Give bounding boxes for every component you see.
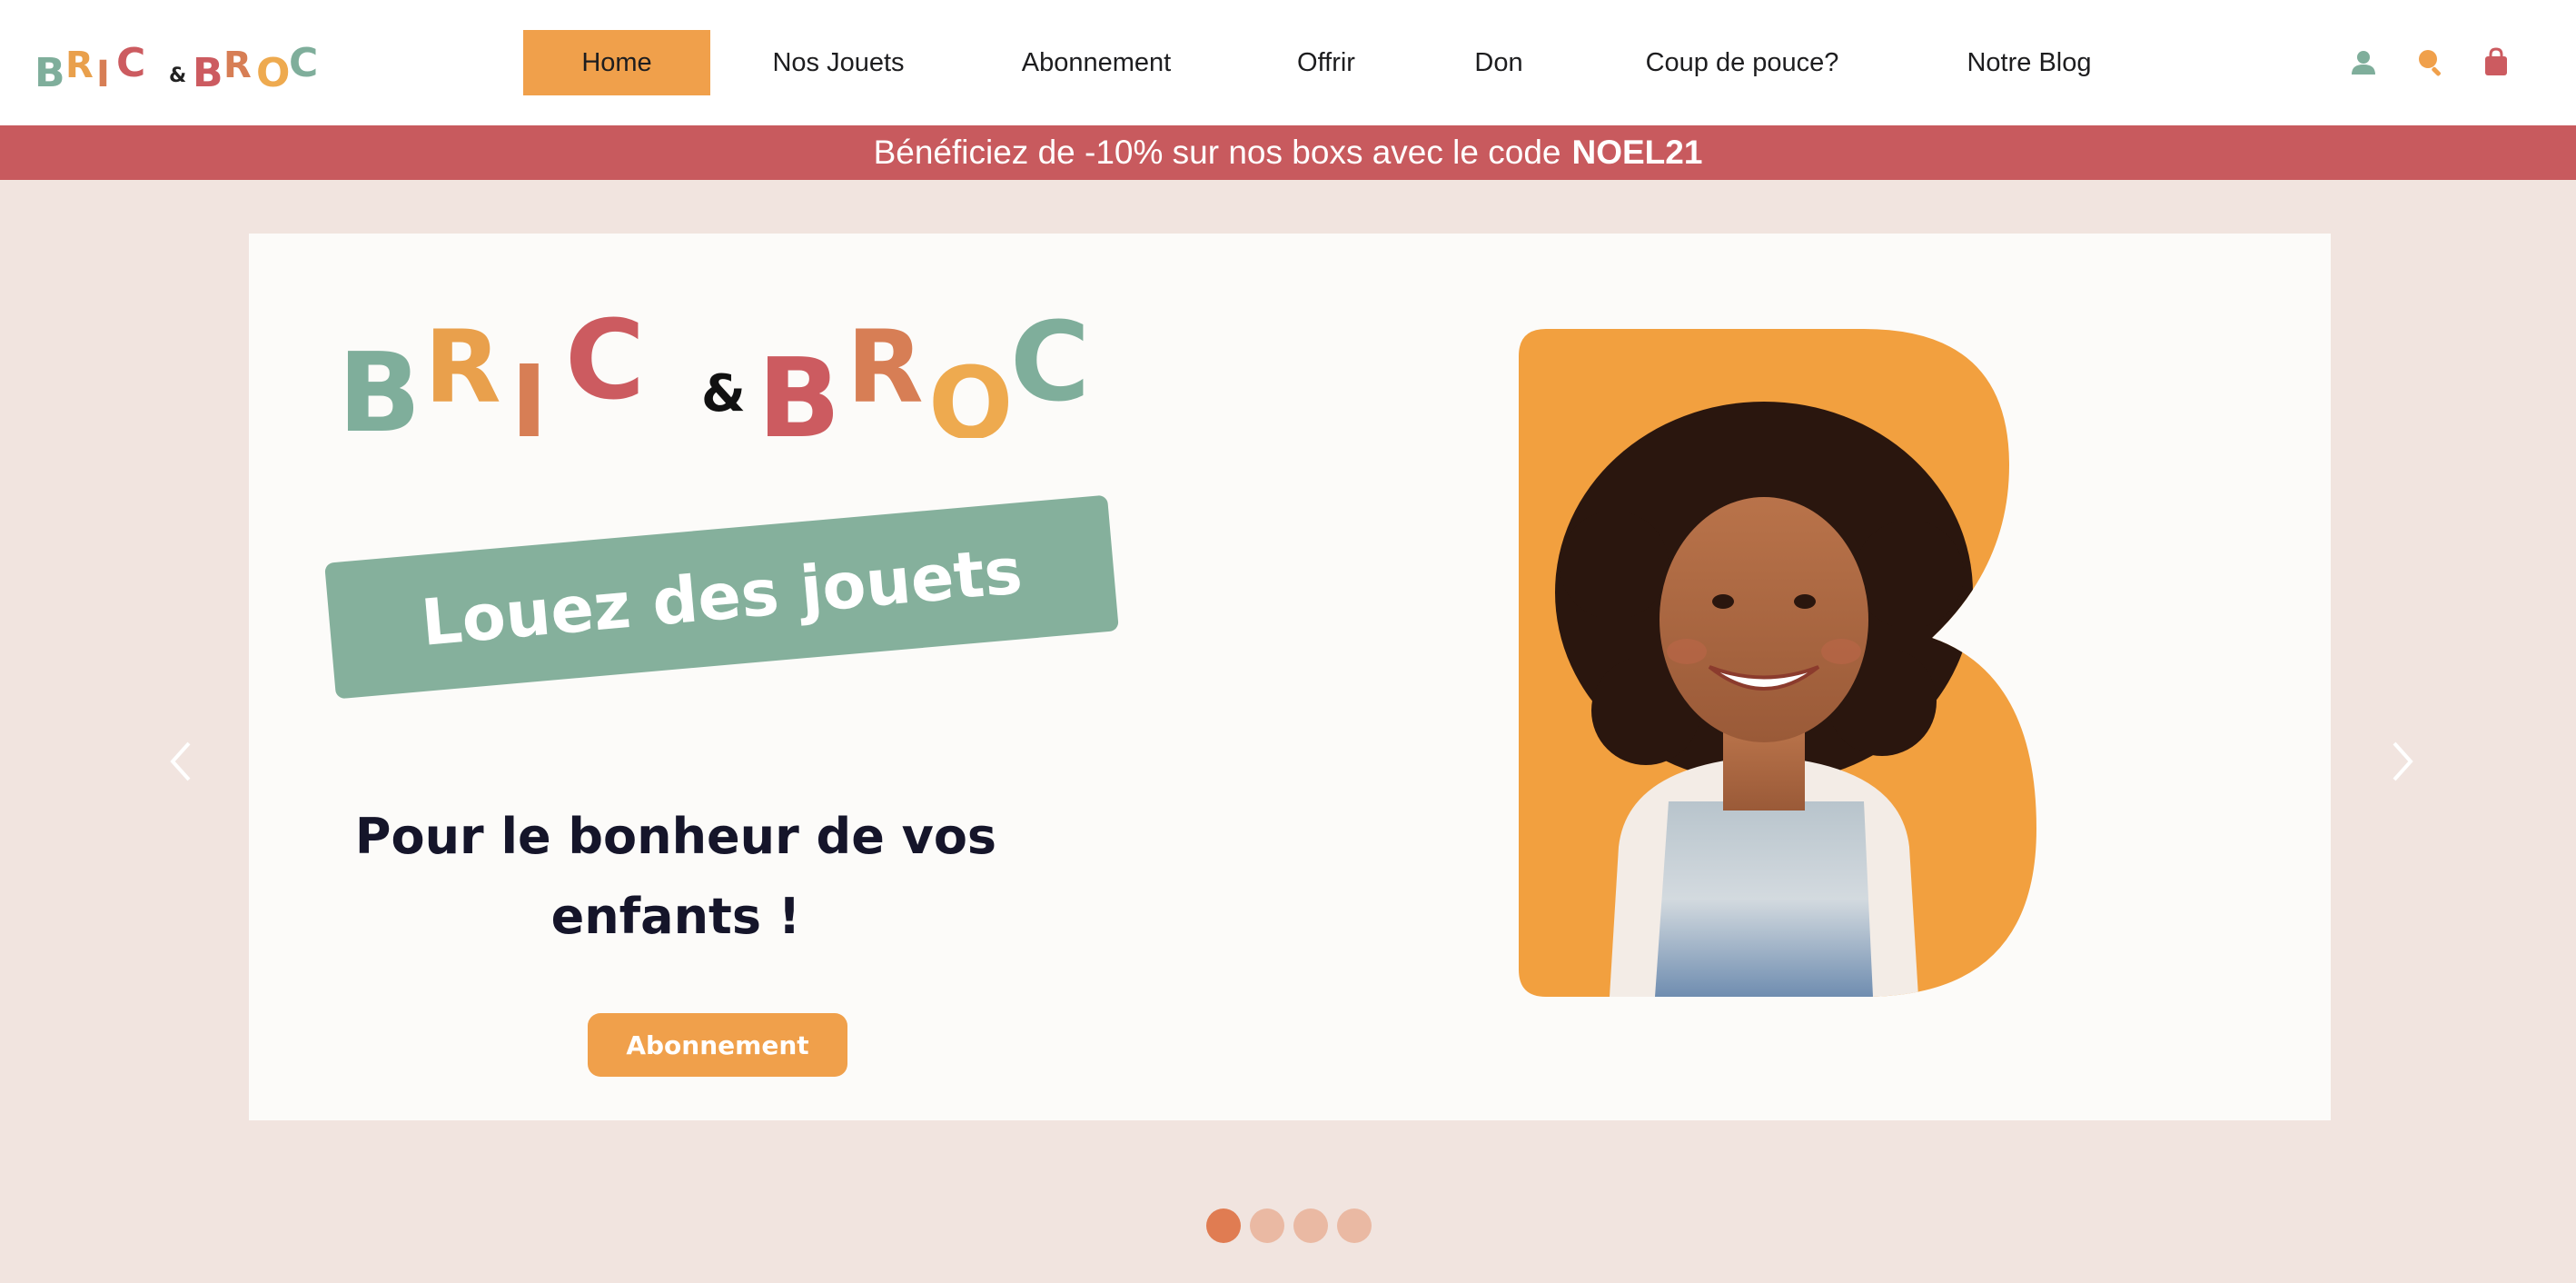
nav-coup-de-pouce[interactable]: Coup de pouce? (1571, 30, 1913, 95)
brand-logo-mark: B R I C & B R O C (35, 40, 318, 91)
hero-headline: Pour le bonheur de vos enfants ! (303, 797, 1048, 957)
carousel-prev-icon[interactable] (163, 734, 200, 789)
nav-nos-jouets[interactable]: Nos Jouets (710, 30, 966, 95)
carousel-dot-2[interactable] (1250, 1208, 1284, 1243)
child-photo-b-frame (1519, 329, 2036, 997)
main-nav: Home Nos Jouets Abonnement Offrir Don Co… (523, 30, 2145, 95)
carousel-dots (1206, 1208, 1372, 1243)
headline-line-1: Pour le bonheur de vos (354, 808, 997, 865)
carousel-dot-1[interactable] (1206, 1208, 1241, 1243)
promo-code: NOEL21 (1571, 134, 1703, 171)
hero-logo-letter-r1: R (424, 311, 501, 425)
subscribe-button[interactable]: Abonnement (588, 1013, 847, 1077)
site-header: B R I C & B R O C Home Nos Jouets Abonne… (0, 0, 2576, 125)
search-icon[interactable] (2416, 47, 2445, 76)
nav-notre-blog[interactable]: Notre Blog (1913, 30, 2145, 95)
logo-ampersand: & (169, 65, 186, 87)
logo-letter-o: O (256, 50, 290, 91)
hero-logo-letter-b2: B (758, 336, 840, 438)
nav-don[interactable]: Don (1426, 30, 1571, 95)
nav-offrir[interactable]: Offrir (1226, 30, 1426, 95)
carousel-dot-4[interactable] (1337, 1208, 1372, 1243)
carousel-dot-3[interactable] (1293, 1208, 1328, 1243)
hero-logo-letter-i: I (510, 343, 548, 438)
logo-letter-r2: R (223, 45, 252, 86)
promo-text: Bénéficiez de -10% sur nos boxs avec le … (873, 134, 1561, 171)
hero-logo-letter-r2: R (847, 311, 924, 425)
hero-logo-letter-o: O (928, 345, 1014, 438)
brand-logo[interactable]: B R I C & B R O C (35, 36, 325, 91)
logo-letter-c1: C (116, 40, 145, 86)
logo-letter-r1: R (65, 45, 94, 86)
logo-letter-b2: B (193, 50, 223, 91)
user-icon[interactable] (2349, 47, 2378, 76)
logo-letter-c2: C (289, 40, 318, 86)
hero-logo-ampersand: & (701, 364, 746, 423)
carousel-next-icon[interactable] (2383, 734, 2420, 789)
hero-logo-letter-c2: C (1010, 311, 1090, 426)
headline-line-2: enfants ! (550, 888, 801, 945)
bag-icon[interactable] (2482, 47, 2511, 76)
hero-slide: B R I C & B R O C Louez des jouets Pour … (249, 234, 2331, 1120)
ribbon-text: Louez des jouets (418, 533, 1025, 661)
nav-home[interactable]: Home (523, 30, 710, 95)
logo-letter-b1: B (35, 50, 65, 91)
hero-ribbon: Louez des jouets (324, 494, 1119, 700)
nav-abonnement[interactable]: Abonnement (966, 30, 1226, 95)
hero-logo-letter-c1: C (565, 311, 645, 424)
hero-brand-logo: B R I C & B R O C (338, 311, 1090, 438)
hero-logo-letter-b1: B (338, 331, 421, 438)
logo-letter-i: I (96, 54, 110, 91)
promo-banner: Bénéficiez de -10% sur nos boxs avec le … (0, 125, 2576, 180)
